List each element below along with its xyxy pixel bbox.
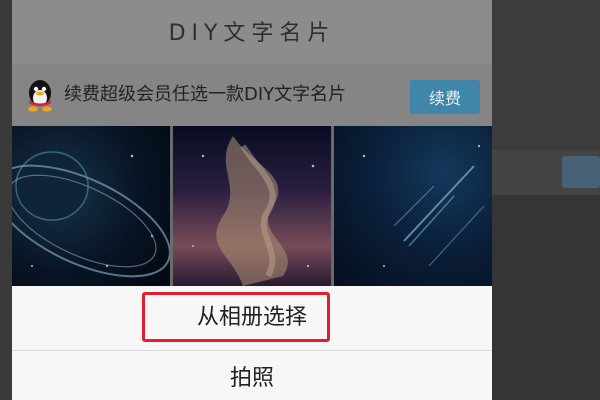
image-dim-overlay [12, 126, 170, 286]
page-title: DIY文字名片 [168, 21, 336, 46]
title-bar: DIY文字名片 [12, 0, 492, 62]
background-panel [492, 195, 600, 400]
card-gallery [12, 126, 492, 286]
qq-penguin-icon [28, 80, 52, 112]
planet-ring-card[interactable] [12, 126, 170, 286]
image-dim-overlay [173, 126, 331, 286]
promo-banner: 续费超级会员任选一款DIY文字名片 续费 [12, 64, 492, 126]
promo-text: 续费超级会员任选一款DIY文字名片 [64, 84, 347, 105]
left-dim-area [0, 0, 12, 400]
meteor-card[interactable] [334, 126, 492, 286]
right-dim-area [492, 0, 600, 400]
renew-button[interactable]: 续费 [410, 80, 480, 114]
take-photo-button[interactable]: 拍照 [12, 350, 492, 400]
highlight-box [142, 292, 330, 342]
background-button [562, 156, 600, 188]
nebula-card[interactable] [173, 126, 331, 286]
image-dim-overlay [334, 126, 492, 286]
